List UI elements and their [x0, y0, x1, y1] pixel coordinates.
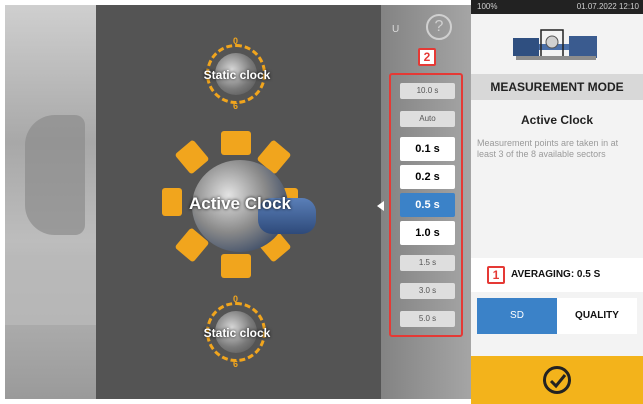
mode-name: Active Clock — [520, 113, 594, 127]
battery-indicator: 100% — [477, 2, 498, 11]
callout-badge-2: 2 — [418, 48, 436, 66]
averaging-row[interactable]: 1 AVERAGING: 0.5 S — [471, 258, 643, 292]
background-shape — [5, 255, 96, 325]
help-button[interactable]: ? — [426, 14, 452, 40]
clock-mark-0: 0 — [233, 294, 239, 304]
averaging-label: AVERAGING: 0.5 S — [511, 269, 601, 280]
speed-option-10s[interactable]: 10.0 s — [400, 83, 455, 99]
settings-panel: 100% 01.07.2022 12:10 MEASUREMENT MODE A… — [471, 0, 643, 404]
averaging-time-selector: 10.0 s Auto 0.1 s 0.2 s 0.5 s 1.0 s 1.5 … — [389, 73, 463, 337]
static-clock-top-label: Static clock — [203, 68, 271, 82]
clock-mark-6: 6 — [233, 359, 239, 369]
speed-option-auto[interactable]: Auto — [400, 111, 455, 127]
background-left — [5, 5, 96, 399]
sector — [162, 188, 182, 216]
speed-option-0-1s[interactable]: 0.1 s — [400, 137, 455, 161]
speed-option-5s[interactable]: 5.0 s — [400, 311, 455, 327]
mode-description: Measurement points are taken in at least… — [477, 138, 619, 159]
header-text: U — [392, 24, 400, 35]
panel-title: MEASUREMENT MODE — [471, 74, 643, 100]
callout-badge-1: 1 — [487, 266, 505, 284]
speed-option-1-5s[interactable]: 1.5 s — [400, 255, 455, 271]
machine-train-icon — [513, 29, 597, 60]
active-clock-label: Active Clock — [188, 194, 292, 213]
selector-pointer-icon — [377, 201, 384, 211]
quality-button[interactable]: QUALITY — [557, 298, 637, 334]
app-screen: U ? 0 6 Static clock Active Clock 0 6 St… — [0, 0, 643, 404]
clock-mark-0: 0 — [233, 36, 239, 46]
speed-option-1s[interactable]: 1.0 s — [400, 221, 455, 245]
status-time: 01.07.2022 12:10 — [576, 2, 639, 11]
sector — [221, 131, 251, 155]
speed-option-3s[interactable]: 3.0 s — [400, 283, 455, 299]
speed-option-0-5s[interactable]: 0.5 s — [400, 193, 455, 217]
status-bar: 100% 01.07.2022 12:10 — [471, 0, 643, 14]
checkmark-icon — [543, 366, 571, 394]
speed-option-0-2s[interactable]: 0.2 s — [400, 165, 455, 189]
sd-button[interactable]: SD — [477, 298, 557, 334]
background-shape — [25, 115, 85, 235]
confirm-button[interactable] — [471, 356, 643, 404]
clock-mark-6: 6 — [233, 101, 239, 111]
sector — [221, 254, 251, 278]
static-clock-bottom-label: Static clock — [203, 326, 271, 340]
